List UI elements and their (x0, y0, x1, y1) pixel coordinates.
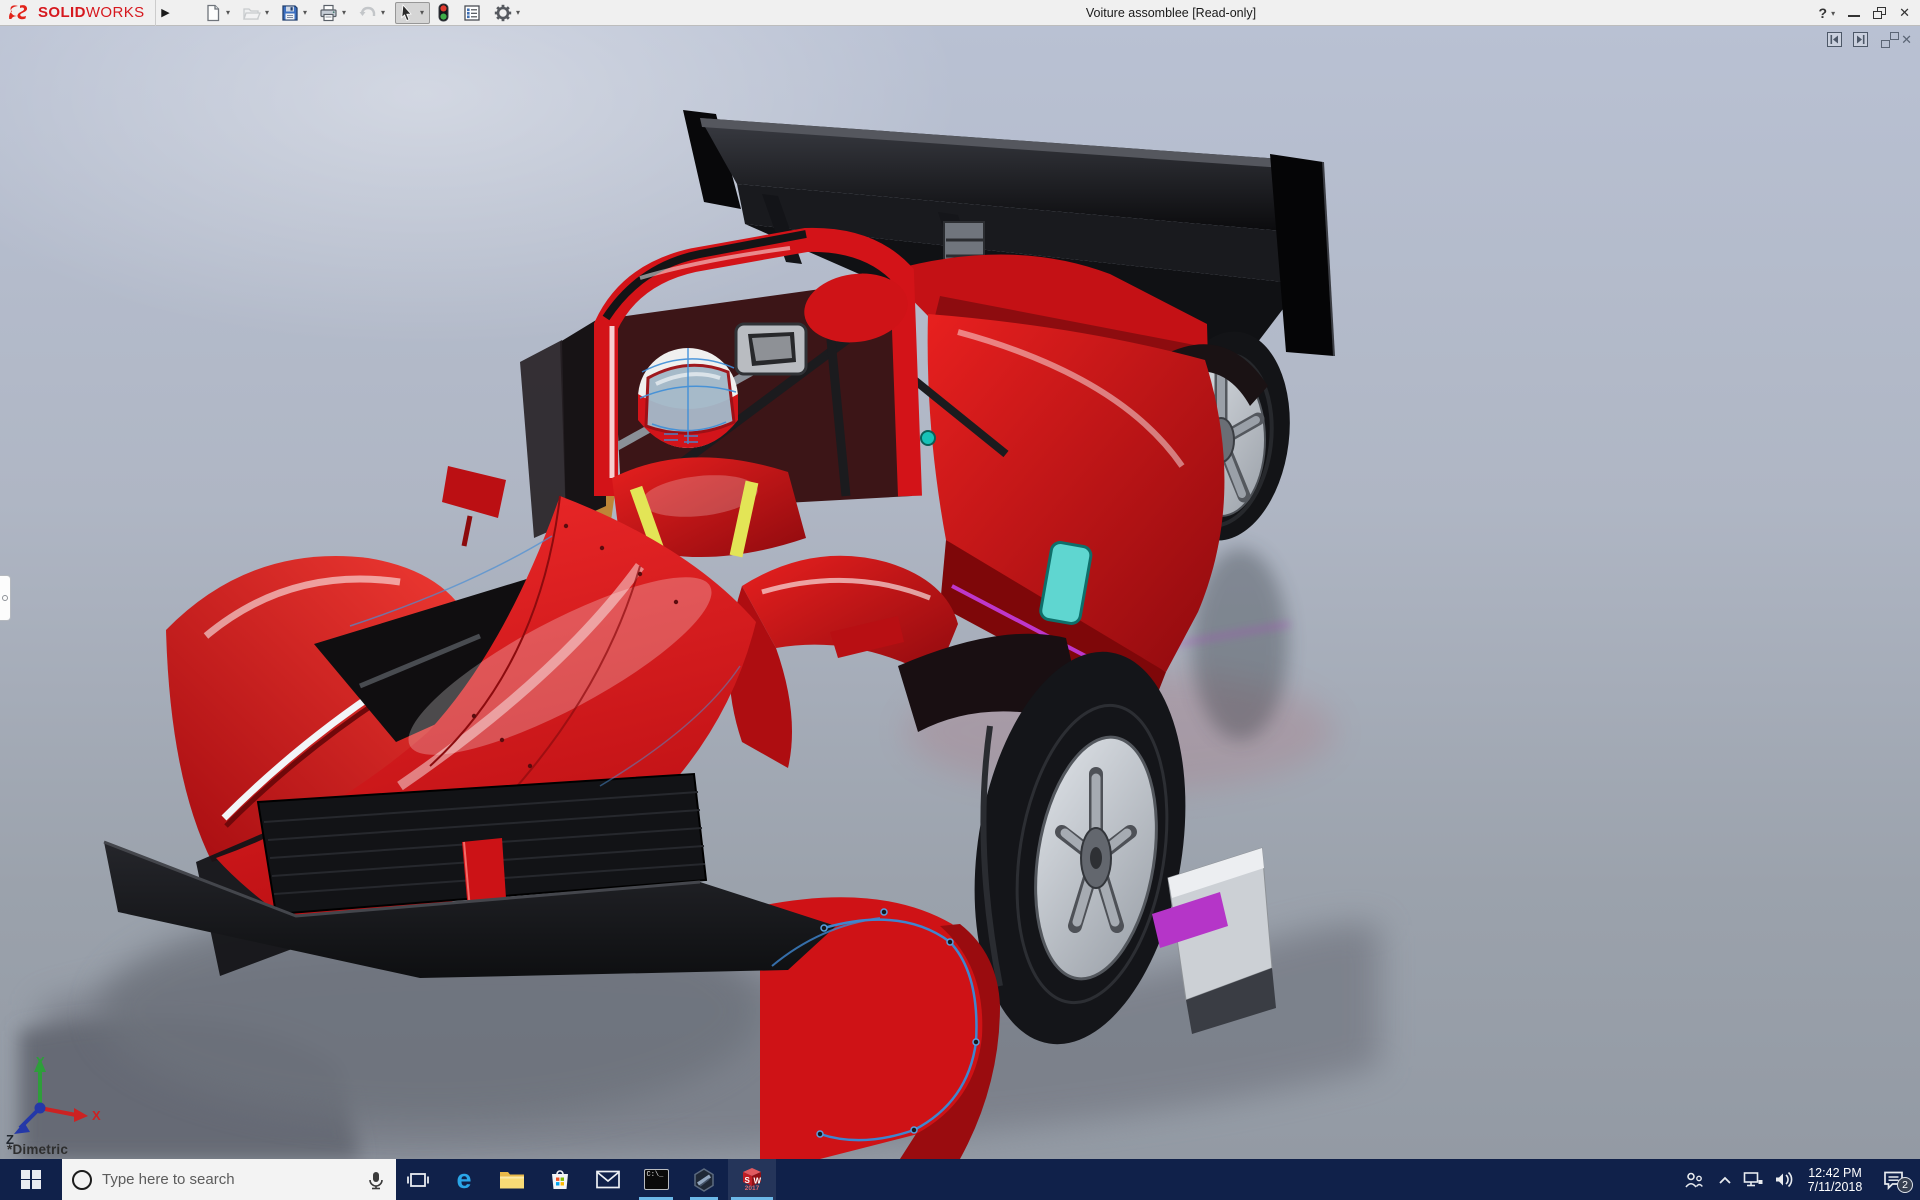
taskbar-app-solidworks[interactable]: S W 2017 (728, 1159, 776, 1200)
window-controls: ? ▾ ✕ (1819, 0, 1910, 26)
new-document-button[interactable]: ▾ (202, 3, 235, 23)
options-button[interactable]: ▾ (492, 3, 525, 23)
taskbar-app-mail[interactable] (584, 1159, 632, 1200)
triad-y-label: Y (36, 1054, 45, 1069)
hexagon-app-icon (694, 1167, 714, 1192)
save-floppy-icon (281, 4, 298, 21)
open-folder-icon (242, 7, 261, 20)
svg-text:S: S (745, 1176, 751, 1185)
mail-icon (596, 1170, 620, 1189)
pane-expand-right-button[interactable] (1853, 32, 1869, 47)
chevron-up-icon (1719, 1176, 1731, 1184)
title-bar: SOLIDWORKS ▶ ▾ ▾ ▾ ▾ ▾ ▾ ▾ Voiture assom… (0, 0, 1920, 26)
clock[interactable]: 12:42 PM 7/11/2018 (1800, 1159, 1870, 1200)
graphics-area[interactable]: ✕ Y X Z *Dimetric (0, 26, 1920, 1159)
solidworks-2017-icon: S W 2017 (739, 1167, 765, 1193)
arrow-left-icon (1830, 35, 1839, 44)
system-tray: 12:42 PM 7/11/2018 2 (1676, 1159, 1920, 1200)
taskbar-app-edge[interactable]: e (440, 1159, 488, 1200)
file-explorer-icon (500, 1171, 524, 1188)
orientation-triad: Y X Z (6, 1054, 101, 1146)
edge-icon: e (456, 1164, 472, 1194)
ds-logo-icon (8, 4, 28, 19)
driver-helmet (638, 348, 738, 448)
car-model (20, 110, 1380, 1159)
file-properties-button[interactable] (461, 3, 483, 23)
select-button[interactable]: ▾ (394, 1, 430, 24)
cortana-icon (72, 1169, 92, 1190)
select-cursor-icon (400, 3, 412, 21)
options-gear-icon (494, 4, 511, 21)
speaker-icon (1776, 1171, 1793, 1188)
view-orientation-label: *Dimetric (7, 1142, 69, 1157)
close-button[interactable]: ✕ (1899, 0, 1910, 26)
arrow-right-icon (1857, 35, 1865, 44)
task-view-icon (407, 1172, 429, 1187)
pane-collapse-left-button[interactable] (1827, 32, 1843, 47)
search-placeholder: Type here to search (102, 1171, 235, 1188)
help-caret[interactable]: ▾ (1831, 0, 1835, 26)
rebuild-button[interactable] (435, 2, 452, 23)
new-caret[interactable]: ▾ (224, 8, 233, 17)
print-icon (319, 4, 337, 21)
svg-text:W: W (754, 1176, 762, 1185)
open-button[interactable]: ▾ (240, 3, 274, 23)
people-icon (1685, 1172, 1703, 1188)
notification-badge: 2 (1897, 1177, 1913, 1193)
brand-solid: SOLID (38, 3, 86, 21)
taskbar-app-file-explorer[interactable] (488, 1159, 536, 1200)
store-icon (552, 1169, 568, 1189)
clock-date: 7/11/2018 (1807, 1179, 1863, 1194)
undo-button[interactable]: ▾ (356, 3, 390, 23)
new-document-icon (206, 4, 219, 21)
save-button[interactable]: ▾ (279, 3, 312, 23)
print-button[interactable]: ▾ (317, 3, 351, 23)
restore-button[interactable] (1873, 0, 1887, 26)
volume-button[interactable] (1768, 1159, 1800, 1200)
open-caret[interactable]: ▾ (263, 8, 272, 17)
taskbar-app-cmd[interactable]: C:\_ (632, 1159, 680, 1200)
search-input[interactable]: Type here to search (62, 1159, 396, 1200)
help-button[interactable]: ? (1819, 0, 1828, 26)
undo-caret[interactable]: ▾ (379, 8, 388, 17)
toolbar-flyout-arrow[interactable]: ▶ (156, 1, 176, 25)
brand-works: WORKS (85, 3, 145, 21)
quick-toolbar: ▾ ▾ ▾ ▾ ▾ ▾ ▾ (202, 1, 530, 24)
start-button[interactable] (0, 1159, 62, 1200)
action-center-button[interactable]: 2 (1870, 1159, 1916, 1200)
taskbar: Type here to search e C:\_ S W 2017 12:4… (0, 1159, 1920, 1200)
hidden-icons-button[interactable] (1712, 1159, 1738, 1200)
file-properties-icon (463, 4, 480, 21)
network-icon (1743, 1172, 1763, 1187)
document-window-controls: ✕ (1827, 31, 1912, 48)
minimize-button[interactable] (1848, 0, 1861, 26)
undo-icon (359, 6, 375, 16)
microphone-icon[interactable] (366, 1170, 386, 1190)
window-title: Voiture assomblee [Read-only] (1085, 6, 1257, 20)
options-caret[interactable]: ▾ (514, 8, 523, 17)
task-view-button[interactable] (396, 1159, 440, 1200)
doc-close-button[interactable]: ✕ (1901, 33, 1912, 46)
print-caret[interactable]: ▾ (340, 8, 349, 17)
clock-time: 12:42 PM (1808, 1165, 1862, 1180)
pin-icon (2, 595, 8, 601)
command-prompt-icon: C:\_ (643, 1169, 669, 1190)
feature-panel-tab[interactable] (0, 575, 11, 621)
triad-x-label: X (92, 1108, 101, 1123)
people-button[interactable] (1676, 1159, 1712, 1200)
windows-logo-icon (21, 1169, 41, 1190)
rebuild-traffic-light-icon (438, 3, 449, 22)
network-button[interactable] (1738, 1159, 1768, 1200)
taskbar-app-hexagon[interactable] (680, 1159, 728, 1200)
taskbar-app-store[interactable] (536, 1159, 584, 1200)
solidworks-logo: SOLIDWORKS (0, 0, 156, 26)
save-caret[interactable]: ▾ (301, 8, 310, 17)
select-caret[interactable]: ▾ (418, 8, 427, 17)
